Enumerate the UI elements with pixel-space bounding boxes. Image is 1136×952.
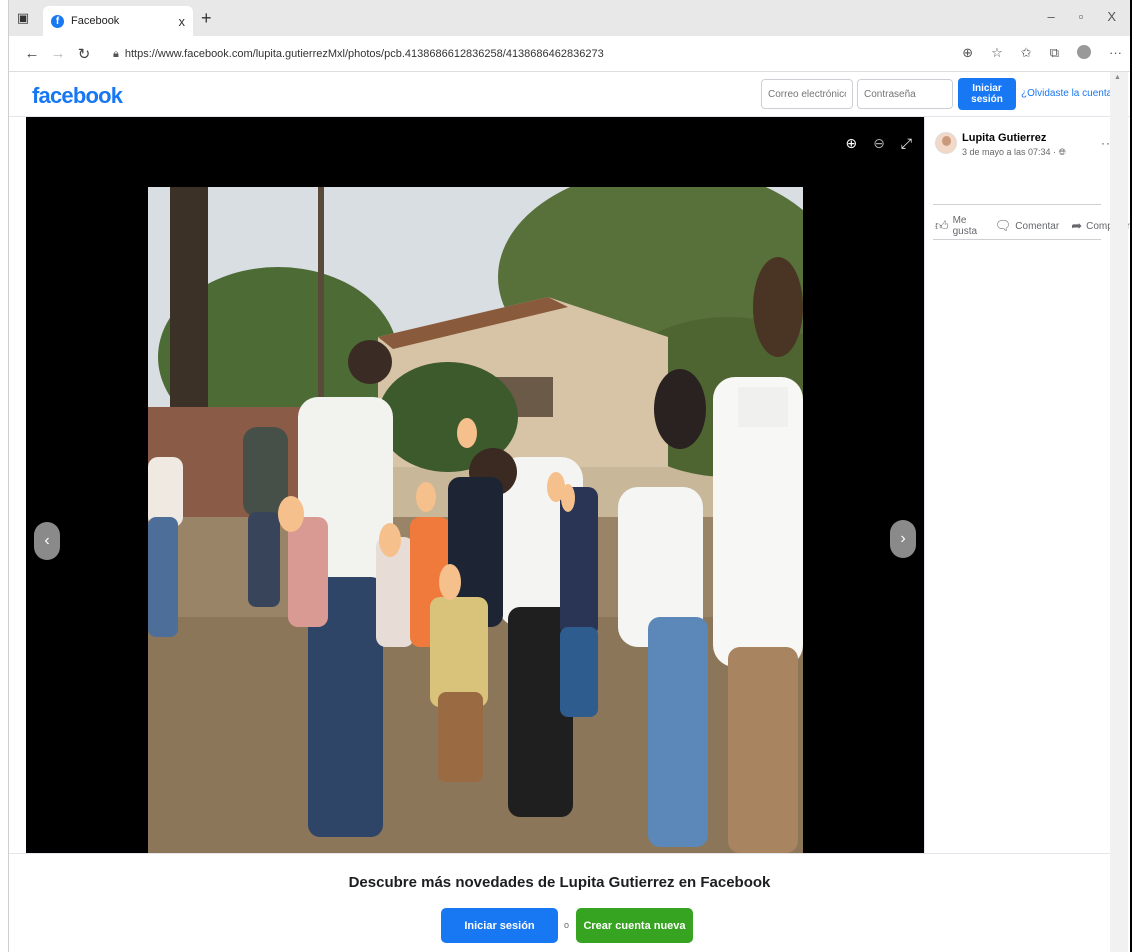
divider — [933, 239, 1101, 240]
photo-viewer: ⊕ ⊖ ⤢ ‹ › — [26, 117, 924, 853]
comment-label: Comentar — [1015, 220, 1060, 232]
read-aloud-icon[interactable]: ☆ — [991, 45, 1003, 61]
thumbs-up-icon: 👍︎ — [935, 218, 949, 233]
minimize-button[interactable]: – — [1047, 9, 1054, 24]
password-field[interactable] — [857, 79, 953, 109]
browser-tab[interactable]: f Facebook x — [43, 6, 193, 36]
sidebar-icon[interactable]: ▣ — [9, 0, 37, 36]
tab-title: Facebook — [71, 15, 120, 27]
close-window-button[interactable]: X — [1107, 9, 1116, 24]
facebook-logo[interactable]: facebook — [32, 83, 123, 109]
close-tab-icon[interactable]: x — [179, 14, 186, 29]
post-sidebar: Lupita Gutierrez 3 de mayo a las 07:34 ·… — [924, 117, 1130, 853]
post-actions: 👍︎ Me gusta 🗨︎ Comentar ➦ Compartir — [935, 215, 1130, 237]
collections-icon[interactable]: ⧉ — [1050, 45, 1059, 61]
forward-arrow-icon[interactable]: → — [45, 45, 71, 62]
viewer-toolbar: ⊕ ⊖ ⤢ — [845, 135, 912, 152]
post-time-text: 3 de mayo a las 07:34 · — [962, 147, 1059, 157]
back-arrow-icon[interactable]: ← — [19, 45, 45, 62]
scroll-up-icon[interactable]: ▲ — [1114, 74, 1121, 81]
comment-icon: 🗨︎ — [994, 218, 1012, 233]
refresh-icon[interactable]: ↻ — [71, 45, 97, 63]
address-bar: ← → ↻ 🔒︎ https://www.facebook.com/lupita… — [9, 36, 1130, 72]
banner-login-button[interactable]: Iniciar sesión — [441, 908, 558, 943]
zoom-out-icon[interactable]: ⊖ — [873, 135, 885, 152]
favorites-icon[interactable]: ✩ — [1021, 45, 1032, 61]
create-account-button[interactable]: Crear cuenta nueva — [576, 908, 693, 943]
facebook-header: facebook Iniciar sesión ¿Olvidaste la cu… — [9, 72, 1130, 117]
facebook-favicon-icon: f — [51, 14, 64, 28]
url-text: https://www.facebook.com/lupita.gutierre… — [124, 48, 604, 60]
browser-tab-strip: ▣ f Facebook x + – ▫ X — [9, 0, 1130, 36]
chevron-right-icon[interactable]: › — [890, 520, 916, 558]
avatar[interactable] — [935, 132, 957, 154]
chevron-left-icon[interactable]: ‹ — [34, 522, 60, 560]
new-tab-button[interactable]: + — [201, 8, 212, 29]
email-field[interactable] — [761, 79, 853, 109]
signup-banner: Descubre más novedades de Lupita Gutierr… — [9, 853, 1110, 952]
post-photo[interactable] — [148, 187, 803, 853]
post-time[interactable]: 3 de mayo a las 07:34 · 🌐︎ — [962, 147, 1066, 158]
window-controls: – ▫ X — [1047, 9, 1116, 24]
like-button[interactable]: 👍︎ Me gusta — [935, 215, 983, 237]
globe-icon: 🌐︎ — [1058, 147, 1066, 157]
profile-avatar-icon[interactable] — [1077, 45, 1091, 59]
window-right-edge — [1130, 0, 1132, 952]
post-author[interactable]: Lupita Gutierrez — [962, 132, 1046, 144]
page-scrollbar[interactable]: ▲ — [1110, 72, 1128, 952]
lock-icon: 🔒︎ — [113, 47, 119, 60]
window-left-edge — [8, 0, 9, 952]
login-button[interactable]: Iniciar sesión — [958, 78, 1016, 110]
forgot-account-link[interactable]: ¿Olvidaste la cuenta? — [1021, 88, 1118, 99]
url-field[interactable]: 🔒︎ https://www.facebook.com/lupita.gutie… — [113, 41, 958, 67]
browser-menu-icon[interactable]: ··· — [1109, 45, 1122, 61]
banner-title: Descubre más novedades de Lupita Gutierr… — [348, 874, 771, 891]
maximize-button[interactable]: ▫ — [1079, 9, 1084, 24]
zoom-in-icon[interactable]: ⊕ — [845, 135, 857, 152]
photo-scene — [148, 187, 803, 853]
comment-button[interactable]: 🗨︎ Comentar — [995, 215, 1059, 237]
share-icon: ➦ — [1071, 218, 1083, 233]
fullscreen-icon[interactable]: ⤢ — [901, 135, 912, 152]
divider — [933, 204, 1101, 205]
zoom-icon[interactable]: ⊕ — [962, 45, 973, 61]
browser-toolbar: ⊕ ☆ ✩ ⧉ ··· — [962, 45, 1122, 61]
like-label: Me gusta — [952, 215, 978, 237]
banner-or-text: o — [564, 920, 570, 930]
